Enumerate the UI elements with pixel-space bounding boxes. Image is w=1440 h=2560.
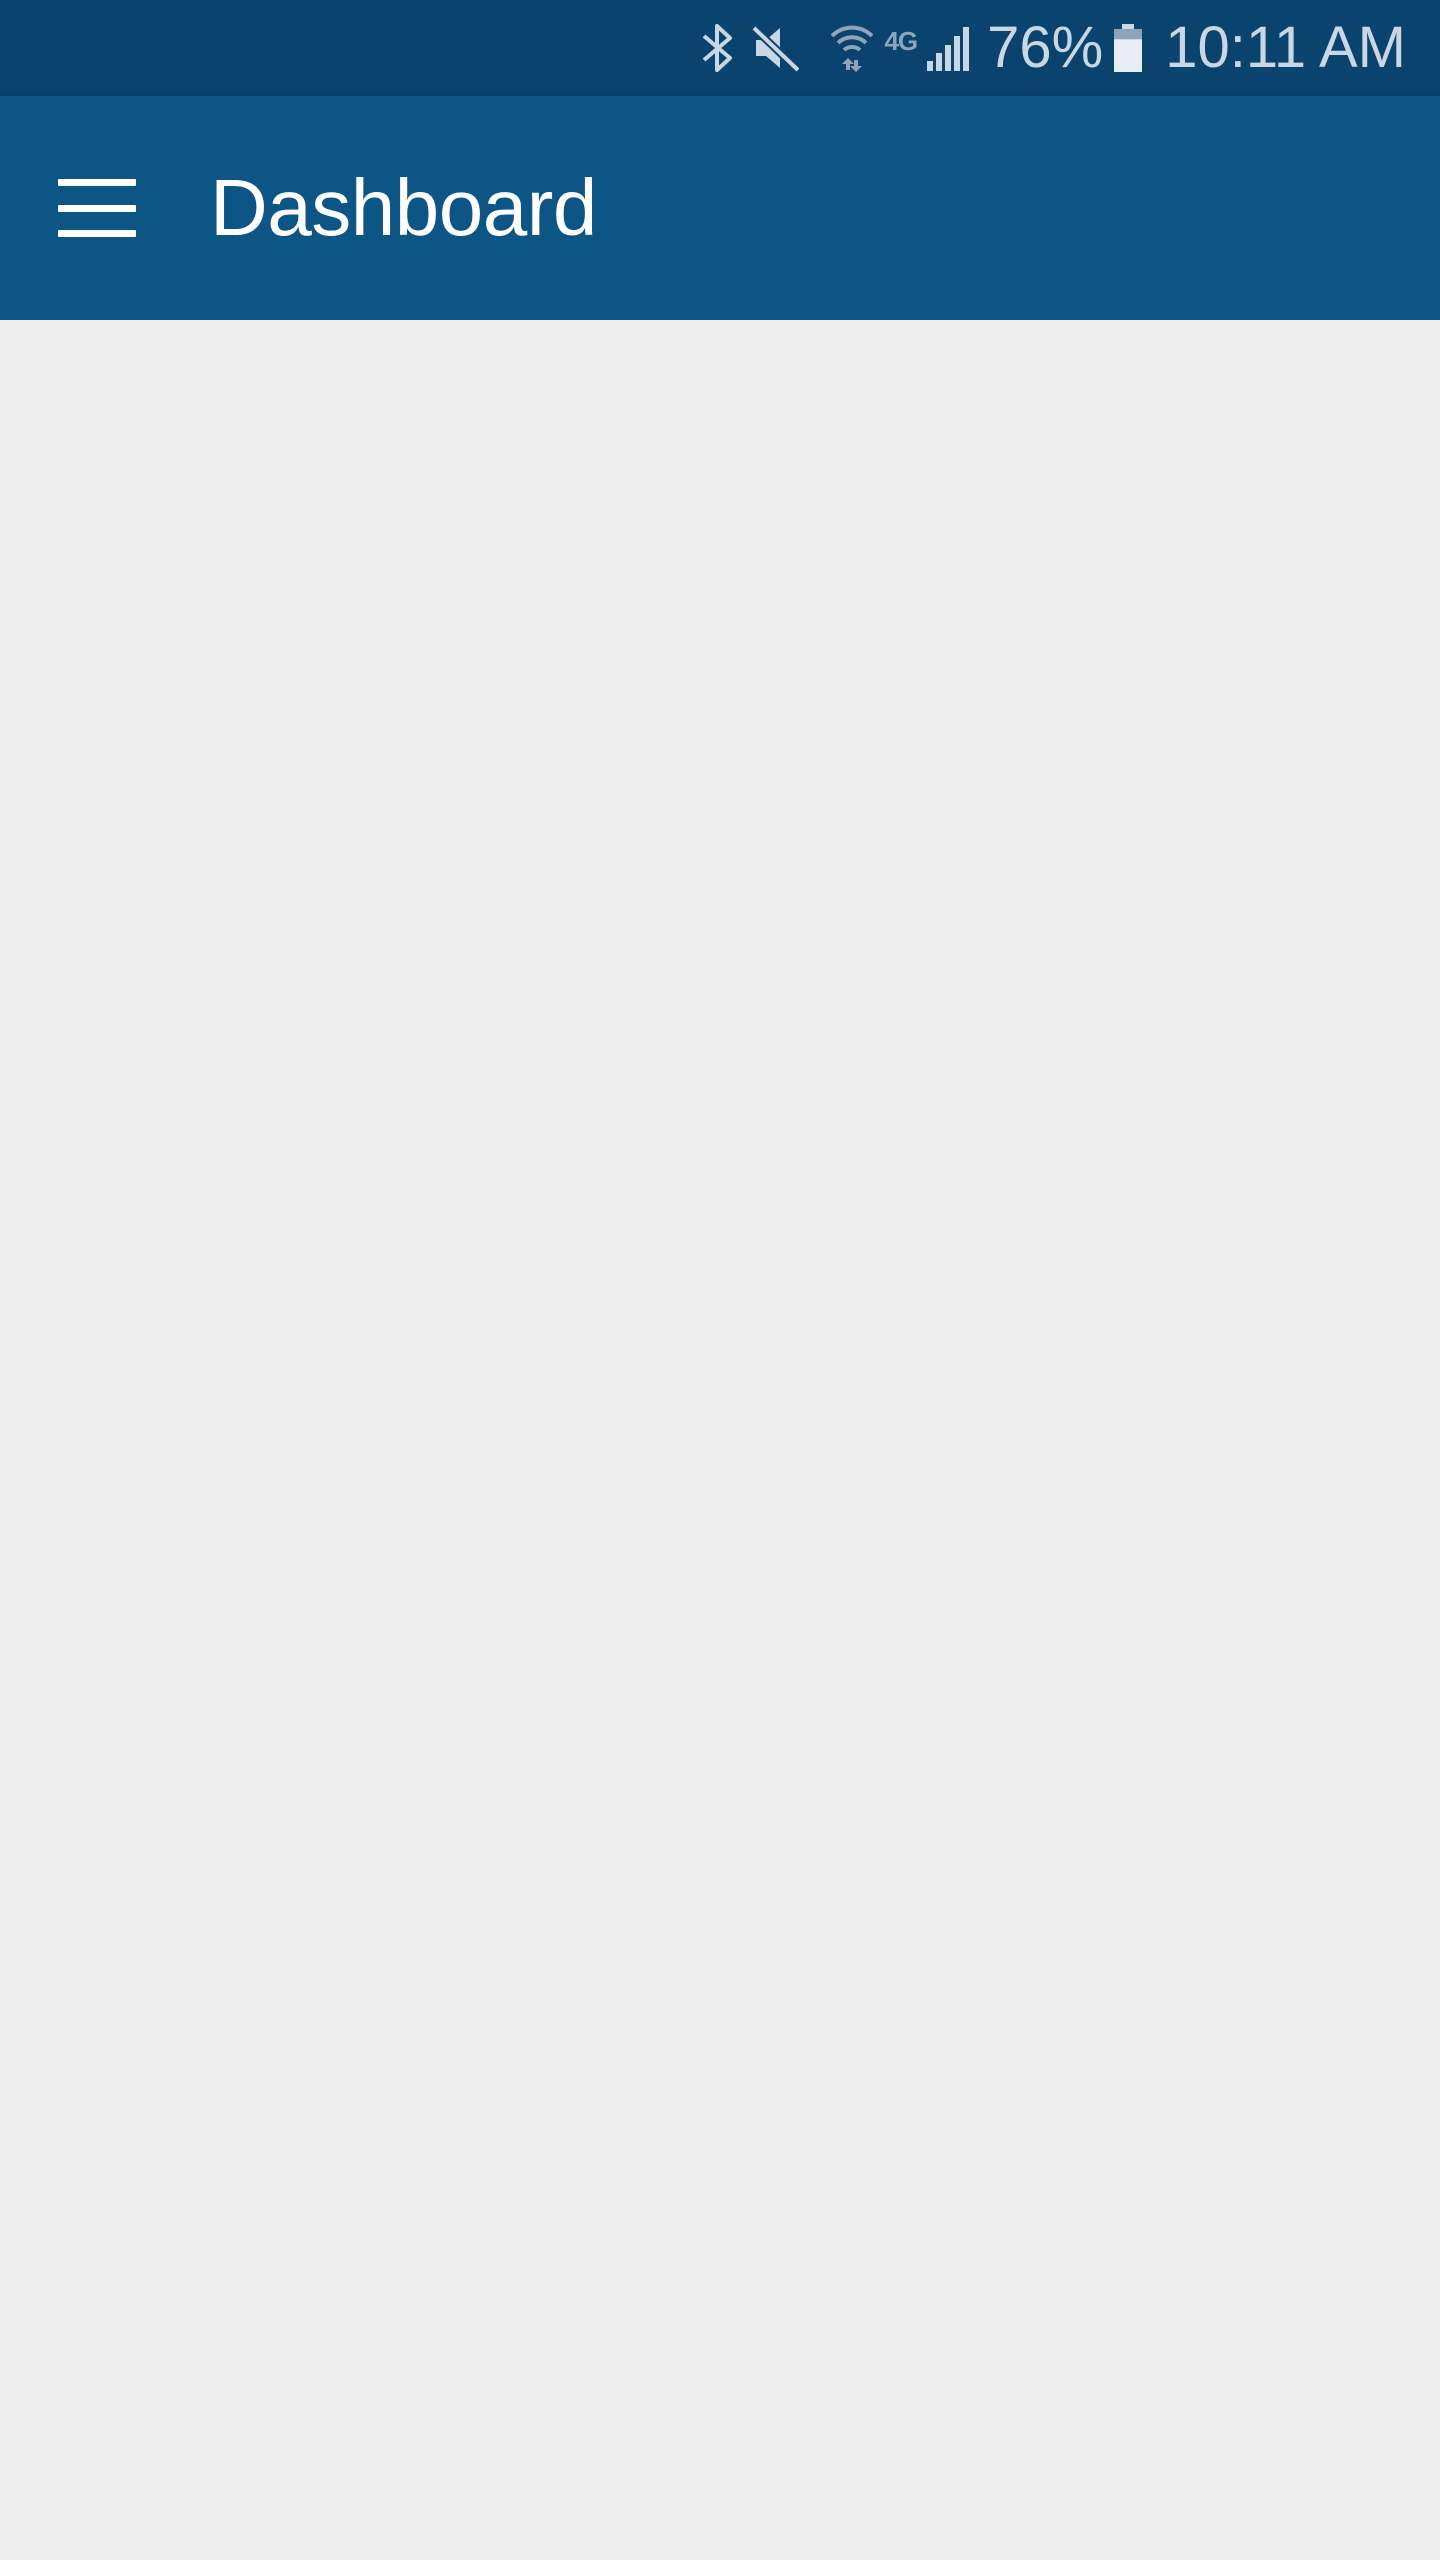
- page-title: Dashboard: [210, 163, 597, 252]
- battery-percent: 76%: [987, 15, 1104, 80]
- hamburger-menu-icon[interactable]: [58, 179, 136, 237]
- menu-bar-line: [58, 179, 136, 186]
- menu-bar-line: [58, 230, 136, 237]
- dashboard-content: [0, 320, 1440, 2560]
- signal-icon: [923, 0, 973, 96]
- network-label: 4G: [884, 25, 918, 56]
- 4g-lte-icon: 4G: [884, 0, 918, 96]
- app-bar: Dashboard: [0, 96, 1440, 320]
- wifi-icon: [828, 0, 876, 96]
- status-bar: 4G 76% 10:11 AM: [0, 0, 1440, 96]
- menu-bar-line: [58, 204, 136, 212]
- battery-icon: [1113, 0, 1143, 96]
- clock: 10:11 AM: [1165, 15, 1406, 80]
- mute-icon: [750, 0, 802, 96]
- bluetooth-icon: [700, 0, 736, 96]
